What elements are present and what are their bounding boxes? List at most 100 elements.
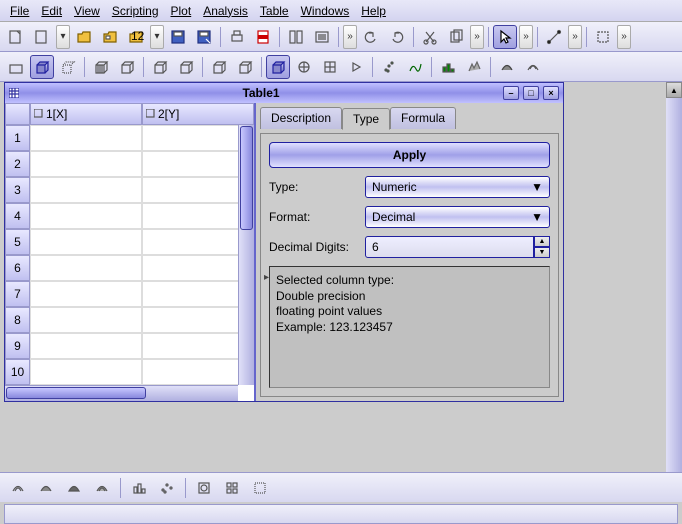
no-axes-button[interactable] xyxy=(56,55,80,79)
fit-frame-button[interactable] xyxy=(318,55,342,79)
row-header[interactable]: 5 xyxy=(5,229,30,255)
explorer-button[interactable] xyxy=(284,25,308,49)
row-header[interactable]: 4 xyxy=(5,203,30,229)
3d-ribbon-button[interactable] xyxy=(462,55,486,79)
redo-button[interactable] xyxy=(385,25,409,49)
left-grid-button[interactable] xyxy=(174,55,198,79)
menu-analysis[interactable]: Analysis xyxy=(197,2,254,20)
wire-surface-plot-button[interactable] xyxy=(90,476,114,500)
row-header[interactable]: 10 xyxy=(5,359,30,385)
menu-windows[interactable]: Windows xyxy=(295,2,356,20)
3d-bars-button[interactable] xyxy=(436,55,460,79)
save-button[interactable] xyxy=(166,25,190,49)
menu-scripting[interactable]: Scripting xyxy=(106,2,165,20)
menu-table[interactable]: Table xyxy=(254,2,295,20)
box-button[interactable] xyxy=(30,55,54,79)
cut-button[interactable] xyxy=(418,25,442,49)
open-button[interactable] xyxy=(72,25,96,49)
row-header[interactable]: 3 xyxy=(5,177,30,203)
reset-rotation-button[interactable] xyxy=(292,55,316,79)
apply-button[interactable]: Apply xyxy=(269,142,550,168)
new-project-button[interactable] xyxy=(4,25,28,49)
perspective-button[interactable] xyxy=(266,55,290,79)
toolbar-overflow-5[interactable]: » xyxy=(617,25,631,49)
tab-formula[interactable]: Formula xyxy=(390,107,456,129)
menu-help[interactable]: Help xyxy=(355,2,392,20)
open-dropdown[interactable]: ▾ xyxy=(150,25,164,49)
menu-view[interactable]: View xyxy=(68,2,106,20)
main-vertical-scrollbar[interactable]: ▲ xyxy=(666,82,682,472)
results-log-button[interactable] xyxy=(310,25,334,49)
row-header[interactable]: 9 xyxy=(5,333,30,359)
window-close-button[interactable]: × xyxy=(543,86,559,100)
table-horizontal-scrollbar[interactable] xyxy=(5,385,238,401)
front-grid-button[interactable] xyxy=(89,55,113,79)
contour-plot-button[interactable] xyxy=(192,476,216,500)
cell[interactable] xyxy=(30,229,142,255)
cell[interactable] xyxy=(30,333,142,359)
scrollbar-thumb[interactable] xyxy=(6,387,146,399)
wire-plot-button[interactable] xyxy=(6,476,30,500)
cell[interactable] xyxy=(30,125,142,151)
open-recent-button[interactable]: 123 xyxy=(124,25,148,49)
3d-trajectory-button[interactable] xyxy=(403,55,427,79)
menu-file[interactable]: File xyxy=(4,2,35,20)
polygon-plot-button[interactable] xyxy=(62,476,86,500)
back-grid-button[interactable] xyxy=(115,55,139,79)
collapse-icon[interactable]: ▸ xyxy=(264,271,269,284)
animate-button[interactable] xyxy=(344,55,368,79)
floor-grid-button[interactable] xyxy=(233,55,257,79)
cell[interactable] xyxy=(30,359,142,385)
digits-spinner[interactable]: ▲▼ xyxy=(365,236,550,258)
new-dropdown[interactable]: ▾ xyxy=(56,25,70,49)
spinner-up-button[interactable]: ▲ xyxy=(534,236,550,247)
format-combobox[interactable]: Decimal▼ xyxy=(365,206,550,228)
corner-cell[interactable] xyxy=(5,103,30,125)
type-combobox[interactable]: Numeric▼ xyxy=(365,176,550,198)
3d-scatter-button[interactable] xyxy=(377,55,401,79)
frame-button[interactable] xyxy=(4,55,28,79)
column-header-2[interactable]: 2[Y] xyxy=(142,103,254,125)
new-table-button[interactable] xyxy=(30,25,54,49)
tab-description[interactable]: Description xyxy=(260,107,342,129)
scatter-plot-button[interactable] xyxy=(155,476,179,500)
pdf-button[interactable] xyxy=(251,25,275,49)
window-titlebar[interactable]: Table1 – □ × xyxy=(5,83,563,103)
digits-input[interactable] xyxy=(365,236,534,258)
toolbar-overflow-1[interactable]: » xyxy=(343,25,357,49)
toolbar-overflow-3[interactable]: » xyxy=(519,25,533,49)
undo-button[interactable] xyxy=(359,25,383,49)
copy-button[interactable] xyxy=(444,25,468,49)
cell[interactable] xyxy=(30,255,142,281)
cell[interactable] xyxy=(30,203,142,229)
spinner-down-button[interactable]: ▼ xyxy=(534,247,550,258)
toolbar-overflow-2[interactable]: » xyxy=(470,25,484,49)
gray-map-button[interactable] xyxy=(248,476,272,500)
select-tool-button[interactable] xyxy=(591,25,615,49)
row-header[interactable]: 7 xyxy=(5,281,30,307)
toolbar-overflow-4[interactable]: » xyxy=(568,25,582,49)
scroll-up-icon[interactable]: ▲ xyxy=(666,82,682,98)
column-header-1[interactable]: 1[X] xyxy=(30,103,142,125)
bar-plot-button[interactable] xyxy=(127,476,151,500)
scrollbar-thumb[interactable] xyxy=(240,126,253,230)
image-plot-button[interactable] xyxy=(220,476,244,500)
cell[interactable] xyxy=(30,177,142,203)
3d-wire-surface-button[interactable] xyxy=(521,55,545,79)
line-tool-button[interactable] xyxy=(542,25,566,49)
cell[interactable] xyxy=(30,151,142,177)
3d-surface-button[interactable] xyxy=(495,55,519,79)
print-button[interactable] xyxy=(225,25,249,49)
row-header[interactable]: 8 xyxy=(5,307,30,333)
row-header[interactable]: 6 xyxy=(5,255,30,281)
menu-plot[interactable]: Plot xyxy=(165,2,198,20)
window-maximize-button[interactable]: □ xyxy=(523,86,539,100)
row-header[interactable]: 1 xyxy=(5,125,30,151)
save-as-button[interactable] xyxy=(192,25,216,49)
menu-edit[interactable]: Edit xyxy=(35,2,68,20)
open-project-button[interactable] xyxy=(98,25,122,49)
right-grid-button[interactable] xyxy=(148,55,172,79)
window-minimize-button[interactable]: – xyxy=(503,86,519,100)
pointer-button[interactable] xyxy=(493,25,517,49)
tab-type[interactable]: Type xyxy=(342,108,390,130)
